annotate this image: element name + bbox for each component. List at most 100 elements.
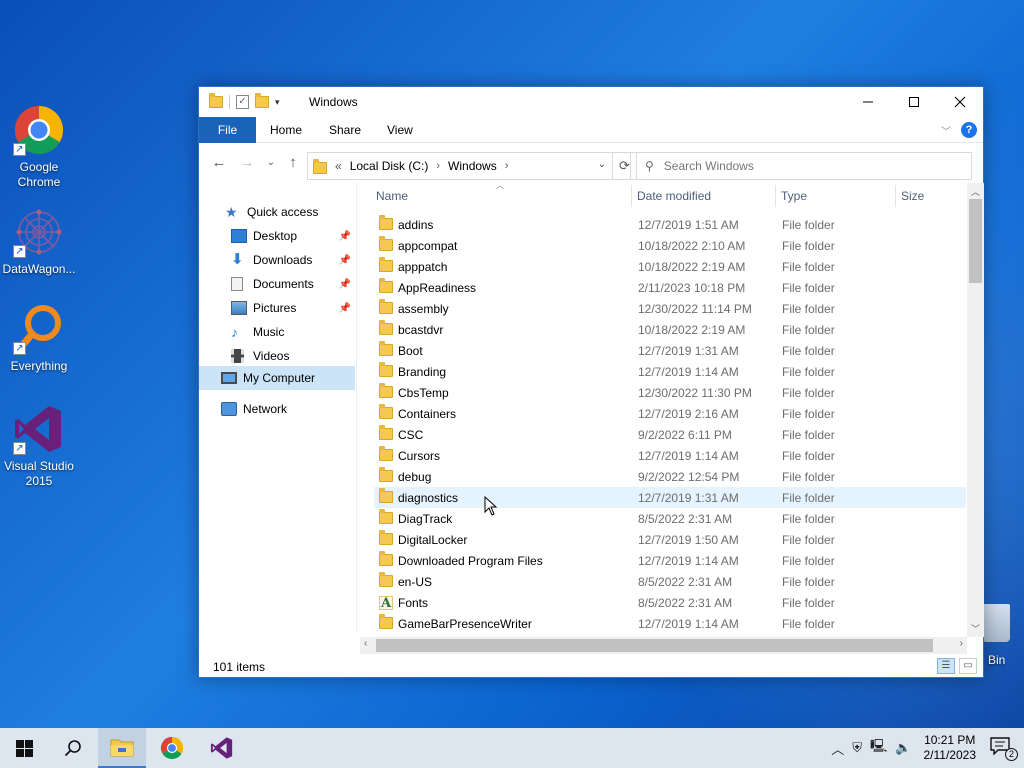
- table-row[interactable]: apppatch 10/18/2022 2:19 AM File folder: [374, 256, 966, 277]
- column-divider[interactable]: [775, 185, 776, 207]
- taskbar-file-explorer[interactable]: [98, 728, 146, 768]
- column-header-date[interactable]: Date modified: [637, 183, 711, 209]
- recycle-bin-icon: [982, 604, 1010, 642]
- folder-icon: [379, 236, 393, 251]
- forward-button[interactable]: →: [237, 154, 257, 171]
- pin-icon[interactable]: 📌: [339, 303, 351, 314]
- table-row[interactable]: CbsTemp 12/30/2022 11:30 PM File folder: [374, 382, 966, 403]
- large-icons-view-button[interactable]: ▭: [959, 658, 977, 674]
- table-row[interactable]: Branding 12/7/2019 1:14 AM File folder: [374, 361, 966, 382]
- file-type: File folder: [782, 617, 835, 631]
- table-row[interactable]: Cursors 12/7/2019 1:14 AM File folder: [374, 445, 966, 466]
- clock-date: 2/11/2023: [923, 748, 977, 762]
- network-icon[interactable]: 🖳: [870, 737, 887, 759]
- table-row[interactable]: assembly 12/30/2022 11:14 PM File folder: [374, 298, 966, 319]
- column-header-size[interactable]: Size: [901, 183, 924, 209]
- pin-icon[interactable]: 📌: [339, 231, 351, 242]
- table-row[interactable]: Downloaded Program Files 12/7/2019 1:14 A…: [374, 550, 966, 571]
- table-row[interactable]: en-US 8/5/2022 2:31 AM File folder: [374, 571, 966, 592]
- pin-icon[interactable]: 📌: [339, 279, 351, 290]
- show-hidden-icons-chevron-icon[interactable]: ︿: [831, 739, 844, 758]
- table-row[interactable]: debug 9/2/2022 12:54 PM File folder: [374, 466, 966, 487]
- desktop-icon-visual-studio[interactable]: ↗ Visual Studio 2015: [0, 403, 78, 489]
- scroll-right-icon[interactable]: ›: [960, 638, 963, 649]
- expand-ribbon-icon[interactable]: ﹀: [941, 123, 951, 138]
- nav-documents[interactable]: Documents 📌: [231, 273, 355, 295]
- breadcrumb-windows[interactable]: Windows: [448, 159, 497, 173]
- search-box[interactable]: ⚲ Search Windows: [630, 152, 972, 180]
- close-button[interactable]: [937, 87, 983, 117]
- table-row[interactable]: CSC 9/2/2022 6:11 PM File folder: [374, 424, 966, 445]
- breadcrumb-chevron-icon[interactable]: ›: [436, 160, 440, 172]
- taskbar-chrome[interactable]: [148, 728, 196, 768]
- address-bar[interactable]: « Local Disk (C:) › Windows › ⌄: [307, 152, 613, 180]
- scroll-down-icon[interactable]: ﹀: [967, 622, 984, 635]
- nav-quick-access[interactable]: ★ Quick access: [225, 201, 318, 223]
- explorer-window[interactable]: ✓ ▾ Windows File Home Share View ﹀ ? ← →…: [198, 86, 984, 678]
- table-row[interactable]: addins 12/7/2019 1:51 AM File folder: [374, 214, 966, 235]
- address-dropdown-icon[interactable]: ⌄: [598, 159, 606, 170]
- column-divider[interactable]: [631, 185, 632, 207]
- nav-network[interactable]: Network: [221, 398, 287, 420]
- table-row[interactable]: Containers 12/7/2019 2:16 AM File folder: [374, 403, 966, 424]
- help-icon[interactable]: ?: [961, 122, 977, 138]
- table-row[interactable]: GameBarPresenceWriter 12/7/2019 1:14 AM Fi…: [374, 613, 966, 634]
- vertical-scrollbar[interactable]: ︿ ﹀: [967, 183, 984, 637]
- tab-view[interactable]: View: [387, 117, 413, 143]
- column-header-name[interactable]: Name: [376, 183, 408, 209]
- address-overflow[interactable]: «: [335, 159, 342, 173]
- nav-my-computer[interactable]: My Computer: [199, 366, 355, 390]
- maximize-button[interactable]: [891, 87, 937, 117]
- back-button[interactable]: ←: [209, 154, 229, 171]
- vertical-scroll-thumb[interactable]: [969, 199, 982, 283]
- breadcrumb-chevron-icon[interactable]: ›: [505, 160, 509, 172]
- taskbar-visual-studio[interactable]: [198, 728, 246, 768]
- column-header-type[interactable]: Type: [781, 183, 807, 209]
- details-view-button[interactable]: ☰: [937, 658, 955, 674]
- pin-icon[interactable]: 📌: [339, 255, 351, 266]
- security-icon[interactable]: ⛨: [852, 740, 862, 756]
- minimize-button[interactable]: [845, 87, 891, 117]
- breadcrumb-local-disk[interactable]: Local Disk (C:): [350, 159, 429, 173]
- file-type: File folder: [782, 281, 835, 295]
- scroll-left-icon[interactable]: ‹: [364, 638, 367, 649]
- clock[interactable]: 10:21 PM 2/11/2023: [924, 733, 977, 763]
- up-button[interactable]: ↑: [283, 154, 303, 171]
- volume-icon[interactable]: 🔈: [895, 740, 911, 756]
- search-button[interactable]: [50, 728, 96, 768]
- new-folder-icon[interactable]: [255, 93, 269, 108]
- file-type: File folder: [782, 218, 835, 232]
- desktop-icon-chrome[interactable]: ↗ Google Chrome: [0, 104, 78, 190]
- tab-file[interactable]: File: [199, 117, 256, 143]
- table-row[interactable]: bcastdvr 10/18/2022 2:19 AM File folder: [374, 319, 966, 340]
- customize-toolbar-icon[interactable]: ▾: [275, 97, 280, 108]
- scroll-up-icon[interactable]: ︿: [967, 185, 984, 198]
- navigation-bar: ← → ⌄ ↑ « Local Disk (C:) › Windows › ⌄ …: [199, 143, 983, 183]
- title-bar[interactable]: ✓ ▾ Windows: [199, 87, 983, 117]
- visual-studio-icon: ↗: [13, 403, 65, 455]
- horizontal-scrollbar[interactable]: ‹ ›: [360, 637, 967, 654]
- nav-desktop[interactable]: Desktop 📌: [231, 225, 355, 247]
- recent-locations-icon[interactable]: ⌄: [261, 157, 281, 168]
- table-row[interactable]: A Fonts 8/5/2022 2:31 AM File folder: [374, 592, 966, 613]
- table-row[interactable]: appcompat 10/18/2022 2:10 AM File folder: [374, 235, 966, 256]
- table-row[interactable]: DiagTrack 8/5/2022 2:31 AM File folder: [374, 508, 966, 529]
- tab-home[interactable]: Home: [270, 117, 302, 143]
- nav-downloads[interactable]: ⬇ Downloads 📌: [231, 249, 355, 271]
- desktop-icon-everything[interactable]: ↗ Everything: [0, 303, 78, 374]
- desktop-icon-datawagon[interactable]: ↗ DataWagon...: [0, 206, 78, 277]
- properties-icon[interactable]: ✓: [236, 95, 249, 109]
- table-row[interactable]: diagnostics 12/7/2019 1:31 AM File folder: [374, 487, 966, 508]
- action-center-button[interactable]: 2: [990, 737, 1018, 761]
- tab-share[interactable]: Share: [329, 117, 361, 143]
- start-button[interactable]: [0, 728, 48, 768]
- nav-videos[interactable]: Videos: [231, 345, 289, 367]
- column-divider[interactable]: [895, 185, 896, 207]
- table-row[interactable]: DigitalLocker 12/7/2019 1:50 AM File folde…: [374, 529, 966, 550]
- search-input[interactable]: Search Windows: [664, 159, 754, 173]
- horizontal-scroll-thumb[interactable]: [376, 639, 933, 652]
- table-row[interactable]: Boot 12/7/2019 1:31 AM File folder: [374, 340, 966, 361]
- nav-music[interactable]: ♪ Music: [231, 321, 284, 343]
- nav-pictures[interactable]: Pictures 📌: [231, 297, 355, 319]
- table-row[interactable]: AppReadiness 2/11/2023 10:18 PM File folde…: [374, 277, 966, 298]
